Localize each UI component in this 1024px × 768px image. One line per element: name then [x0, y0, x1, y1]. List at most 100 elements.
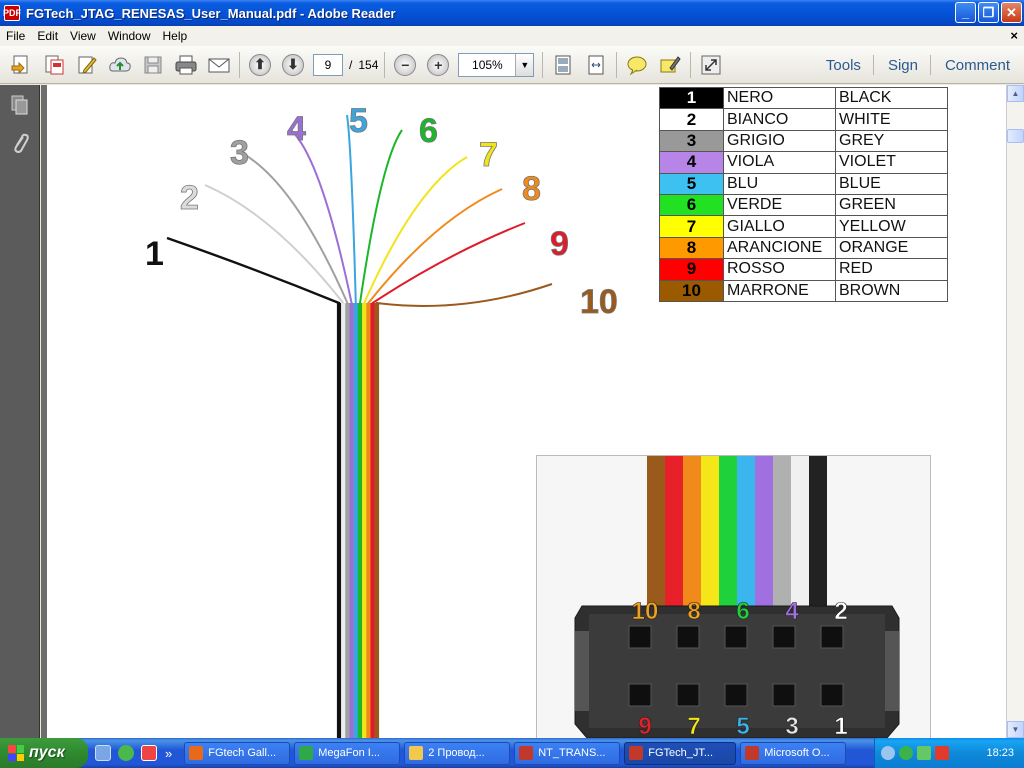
zoom-out-button[interactable]: − [392, 52, 418, 78]
page-thumbnails-icon[interactable] [8, 93, 32, 117]
windows-logo-icon [8, 745, 24, 761]
sticky-note-icon[interactable] [624, 52, 650, 78]
cloud-upload-icon[interactable] [107, 52, 133, 78]
taskbar-app-icon [299, 746, 314, 760]
taskbar-app-icon [629, 746, 644, 760]
quicklaunch-browser-icon[interactable] [118, 745, 134, 761]
menu-window[interactable]: Window [102, 29, 157, 43]
comment-pane-button[interactable]: Comment [945, 57, 1010, 74]
pin-label-9: 9 [638, 713, 651, 738]
start-button[interactable]: пуск [0, 738, 88, 768]
close-button[interactable]: ✕ [1001, 2, 1022, 23]
paperclip-icon[interactable] [8, 131, 32, 155]
toolbar: ⬆ ⬇ / 154 − + 105% ▼ Tools Sign Comment [0, 46, 1024, 84]
fullscreen-icon[interactable] [698, 52, 724, 78]
close-document-icon[interactable]: × [1010, 28, 1018, 43]
menu-edit[interactable]: Edit [31, 29, 64, 43]
email-icon[interactable] [206, 52, 232, 78]
scroll-down-icon[interactable]: ▼ [1007, 721, 1024, 738]
combine-files-icon[interactable] [41, 52, 67, 78]
taskbar-button[interactable]: FGtech Gall... [184, 741, 291, 765]
color-swatch: 10 [659, 279, 724, 302]
pin-label-5: 5 [736, 713, 749, 738]
taskbar-button[interactable]: Microsoft O... [740, 741, 847, 765]
document-viewport[interactable]: 1 2 3 4 5 6 7 8 9 10 1 NERO BLACK 2 BIANCO WHITE 3 GRIGI… [41, 85, 1006, 738]
color-name-italian: ROSSO [723, 258, 836, 281]
page-number-input[interactable] [313, 53, 343, 76]
tray-alert-icon[interactable] [935, 746, 949, 760]
zoom-in-button[interactable]: + [425, 52, 451, 78]
taskbar-button[interactable]: NT_TRANS... [514, 741, 621, 765]
previous-page-button[interactable]: ⬆ [247, 52, 273, 78]
color-swatch: 2 [659, 108, 724, 131]
next-page-button[interactable]: ⬇ [280, 52, 306, 78]
chevron-down-icon[interactable]: ▼ [515, 53, 534, 76]
print-icon[interactable] [173, 52, 199, 78]
taskbar-app-icon [409, 746, 424, 760]
taskbar-button[interactable]: 2 Провод... [404, 741, 511, 765]
edit-pdf-icon[interactable] [74, 52, 100, 78]
ribbon-strip-3 [345, 303, 350, 738]
minimize-button[interactable]: _ [955, 2, 976, 23]
sign-pane-button[interactable]: Sign [888, 57, 918, 74]
tray-network-icon[interactable] [899, 746, 913, 760]
color-row-7: 7 GIALLO YELLOW [659, 215, 948, 238]
color-name-italian: BIANCO [723, 108, 836, 131]
color-swatch: 3 [659, 129, 724, 153]
create-pdf-icon[interactable] [8, 52, 34, 78]
zoom-select[interactable]: 105% ▼ [458, 52, 535, 77]
minus-icon: − [394, 53, 417, 76]
menu-file[interactable]: File [0, 29, 31, 43]
color-name-italian: GIALLO [723, 215, 836, 238]
tools-pane-button[interactable]: Tools [826, 57, 861, 74]
menu-view[interactable]: View [64, 29, 102, 43]
color-row-4: 4 VIOLA VIOLET [659, 151, 948, 174]
quicklaunch-media-icon[interactable] [141, 745, 157, 761]
taskbar-button[interactable]: FGTech_JT... [624, 741, 737, 765]
restore-button[interactable]: ❐ [978, 2, 999, 23]
save-icon[interactable] [140, 52, 166, 78]
pin-hole [628, 683, 652, 707]
pin-label-8: 8 [687, 598, 700, 625]
taskbar-app-icon [189, 746, 204, 760]
pdf-app-icon: PDF [3, 5, 21, 21]
toolbar-separator [239, 51, 240, 78]
wire-1 [166, 236, 341, 738]
pin-hole [676, 625, 700, 649]
pin-label-2: 2 [834, 598, 847, 625]
taskbar-button[interactable]: MegaFon I... [294, 741, 401, 765]
scroll-up-icon[interactable]: ▲ [1007, 85, 1024, 102]
highlight-icon[interactable] [657, 52, 683, 78]
pin-label-3: 3 [785, 713, 798, 738]
tray-arrow-icon[interactable] [881, 746, 895, 760]
pin-hole [820, 683, 844, 707]
tray-signal-icon[interactable] [917, 746, 931, 760]
wire-7 [363, 156, 468, 738]
color-row-3: 3 GRIGIO GREY [659, 129, 948, 153]
quicklaunch-more-icon[interactable]: » [165, 746, 172, 761]
wire-10 [375, 283, 553, 738]
page-total: 154 [358, 57, 379, 72]
cable-stripe [719, 456, 737, 608]
pin-hole [772, 625, 796, 649]
menu-help[interactable]: Help [157, 29, 194, 43]
taskbar-app-icon [519, 746, 534, 760]
scroll-thumb[interactable] [1007, 129, 1024, 143]
color-name-italian: VERDE [723, 193, 836, 217]
wire-label-3: 3 [230, 134, 249, 172]
cable-stripe [647, 456, 665, 608]
ribbon-strip-10 [374, 303, 380, 738]
wire-color-table: 1 NERO BLACK 2 BIANCO WHITE 3 GRIGIO GREY 4 VIOLA V… [659, 86, 948, 302]
taskbar-button-label: MegaFon I... [318, 747, 380, 759]
color-row-5: 5 BLU BLUE [659, 172, 948, 195]
fit-width-icon[interactable] [583, 52, 609, 78]
quicklaunch-desktop-icon[interactable] [95, 745, 111, 761]
fit-page-icon[interactable] [550, 52, 576, 78]
wire-label-1: 1 [145, 235, 164, 273]
pin-label-1: 1 [834, 713, 847, 738]
toolbar-separator [872, 55, 874, 75]
pin-label-7: 7 [687, 713, 700, 738]
cable-stripe [809, 456, 827, 608]
arrow-down-icon: ⬇ [282, 53, 304, 76]
vertical-scrollbar[interactable]: ▲ ▼ [1006, 85, 1024, 738]
